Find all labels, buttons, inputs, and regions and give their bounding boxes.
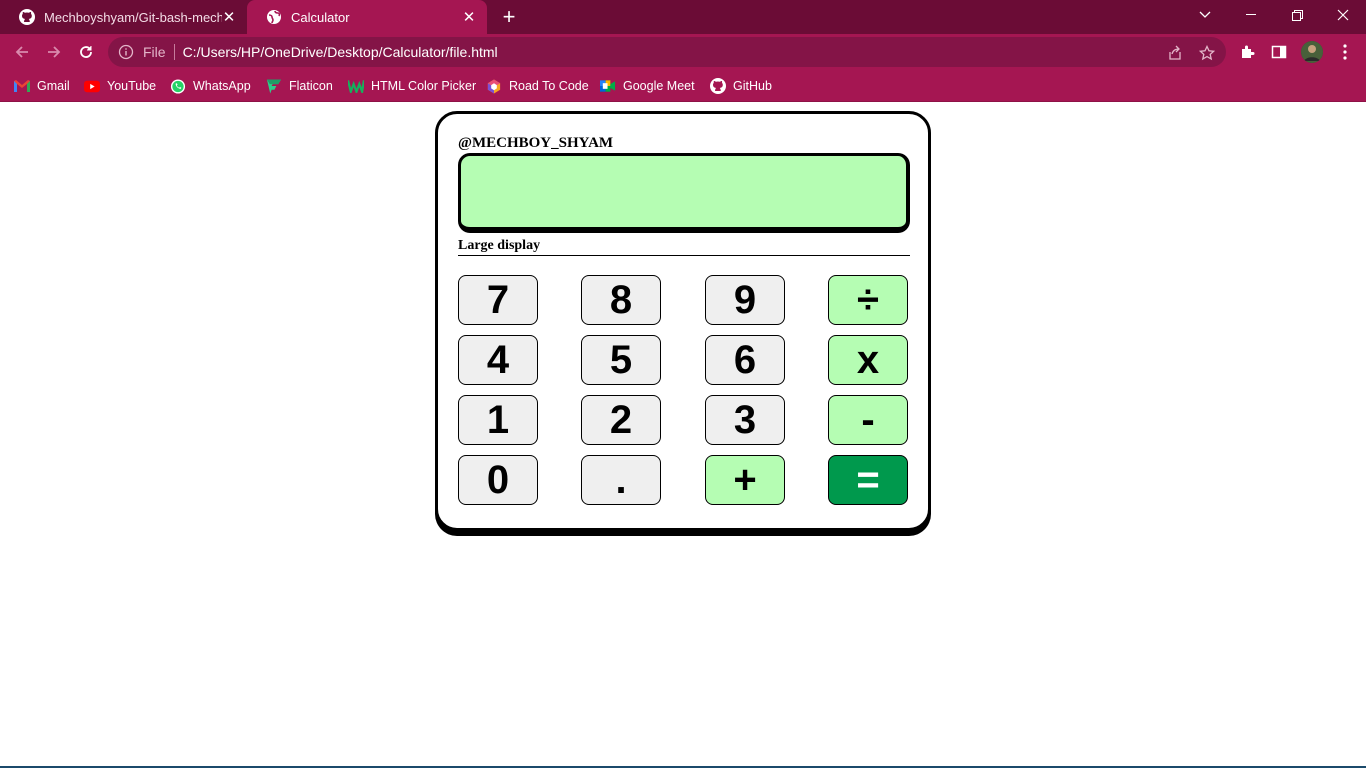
reload-icon[interactable] [74,40,98,64]
github-icon [19,9,35,25]
tab-calculator[interactable]: Calculator ✕ [247,0,487,34]
key-7[interactable]: 7 [458,275,538,325]
calculator-display [458,153,910,233]
minimize-icon[interactable] [1228,0,1274,30]
share-icon[interactable] [1166,44,1184,62]
url-text[interactable]: C:/Users/HP/OneDrive/Desktop/Calculator/… [183,44,498,60]
key-subtract[interactable]: - [828,395,908,445]
bookmark-label: WhatsApp [193,79,251,93]
color-picker-icon [348,78,364,94]
key-0[interactable]: 0 [458,455,538,505]
bookmark-label: HTML Color Picker [371,79,477,93]
bookmark-google-meet[interactable]: Google Meet [600,76,695,96]
bookmark-star-icon[interactable] [1198,44,1216,62]
bookmark-road-to-code[interactable]: Road To Code [486,76,589,96]
key-multiply[interactable]: x [828,335,908,385]
road-to-code-icon [486,78,502,94]
key-divide[interactable]: ÷ [828,275,908,325]
key-9[interactable]: 9 [705,275,785,325]
close-tab-icon[interactable]: ✕ [461,9,477,26]
key-decimal[interactable]: . [581,455,661,505]
flaticon-icon [266,78,282,94]
bookmark-label: GitHub [733,79,772,93]
bookmark-html-color-picker[interactable]: HTML Color Picker [348,76,476,96]
bookmark-label: Gmail [37,79,70,93]
gmail-icon [14,78,30,94]
tab-title: Calculator [291,9,350,25]
key-1[interactable]: 1 [458,395,538,445]
key-5[interactable]: 5 [581,335,661,385]
address-bar[interactable]: File C:/Users/HP/OneDrive/Desktop/Calcul… [108,37,1226,67]
bookmark-gmail[interactable]: Gmail [14,76,70,96]
tab-strip: Mechboyshyam/Git-bash-mechboyshyam ✕ Cal… [0,0,1366,34]
bookmark-github[interactable]: GitHub [710,76,772,96]
info-icon[interactable] [118,44,134,60]
bookmark-flaticon[interactable]: Flaticon [266,76,333,96]
google-meet-icon [600,78,616,94]
close-window-icon[interactable] [1320,0,1366,30]
key-6[interactable]: 6 [705,335,785,385]
restore-icon[interactable] [1274,0,1320,30]
profile-avatar[interactable] [1301,41,1323,63]
key-add[interactable]: + [705,455,785,505]
forward-arrow-icon[interactable] [42,40,66,64]
github-icon [710,78,726,94]
url-separator [173,44,175,60]
calculator: @MECHBOY_SHYAM Large display 7 8 9 ÷ 4 5… [435,111,931,531]
whatsapp-icon [170,78,186,94]
bookmark-whatsapp[interactable]: WhatsApp [170,76,251,96]
key-2[interactable]: 2 [581,395,661,445]
side-panel-icon[interactable] [1269,42,1289,62]
tab-search-icon[interactable] [1182,0,1228,30]
tab-github-repo[interactable]: Mechboyshyam/Git-bash-mechboyshyam ✕ [0,0,247,34]
youtube-icon [84,78,100,94]
key-3[interactable]: 3 [705,395,785,445]
globe-icon [266,9,282,25]
bookmark-label: Flaticon [289,79,333,93]
key-equals[interactable]: = [828,455,908,505]
browser-toolbar: File C:/Users/HP/OneDrive/Desktop/Calcul… [0,34,1366,70]
key-8[interactable]: 8 [581,275,661,325]
bookmark-label: YouTube [107,79,157,93]
menu-kebab-icon[interactable] [1335,42,1355,62]
extensions-icon[interactable] [1237,42,1257,62]
back-arrow-icon[interactable] [10,40,34,64]
display-label: Large display [458,238,910,256]
new-tab-button[interactable]: + [498,4,520,29]
bookmark-youtube[interactable]: YouTube [84,76,156,96]
bookmark-label: Google Meet [623,79,695,93]
close-tab-icon[interactable]: ✕ [221,9,237,26]
url-scheme: File [143,44,166,60]
bookmark-label: Road To Code [509,79,589,93]
key-4[interactable]: 4 [458,335,538,385]
bookmarks-bar: Gmail YouTube WhatsApp Flaticon HTML Col… [0,70,1366,102]
tab-title: Mechboyshyam/Git-bash-mechboyshyam [44,9,222,25]
author-handle: @MECHBOY_SHYAM [458,135,614,151]
